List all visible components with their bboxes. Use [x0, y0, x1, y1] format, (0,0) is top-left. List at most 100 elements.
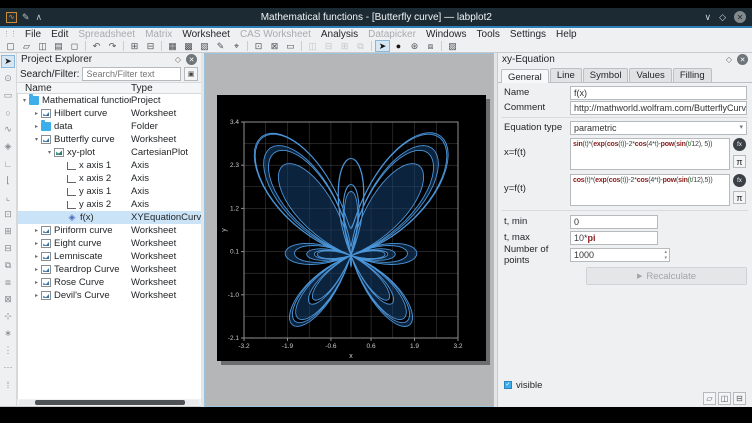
column-type[interactable]: Type	[131, 83, 201, 94]
expander-icon[interactable]: ▸	[32, 279, 41, 286]
visible-checkbox[interactable]: ✓	[504, 381, 512, 389]
expander-icon[interactable]: ▾	[20, 97, 29, 104]
scrollbar-thumb[interactable]	[35, 400, 185, 405]
add-curve-icon[interactable]: ∿	[1, 123, 15, 136]
butterfly-plot[interactable]: -3.2-1.9-0.60.61.93.23.42.31.20.1-1.0-2.…	[217, 95, 486, 361]
name-field[interactable]: f(x)	[570, 86, 747, 100]
select-tool-icon[interactable]: ➤	[375, 40, 390, 52]
tmax-field[interactable]: 10*pi	[570, 231, 658, 245]
undo-icon[interactable]: ↶	[89, 40, 104, 52]
new-worksheet-icon[interactable]: ▧	[197, 40, 212, 52]
pin-icon[interactable]: ✎	[22, 12, 30, 23]
add-legend-icon[interactable]: ⊡	[1, 208, 15, 221]
open-project-icon[interactable]: ▱	[19, 40, 34, 52]
shift-right-icon[interactable]: ⋯	[1, 361, 15, 374]
expander-icon[interactable]: ▸	[32, 123, 41, 130]
expander-icon[interactable]: ▸	[32, 253, 41, 260]
float-dock-icon[interactable]: ◇	[726, 55, 732, 64]
tree-item-eight-curve[interactable]: ▸ Eight curve Worksheet	[18, 237, 201, 250]
redo-icon[interactable]: ↷	[105, 40, 120, 52]
menu-analysis[interactable]: Analysis	[316, 29, 363, 40]
horizontal-scrollbar[interactable]	[19, 400, 199, 405]
add-axis-icon[interactable]: ∟	[1, 157, 15, 170]
print-preview-icon[interactable]: ◻	[67, 40, 82, 52]
add-shape-icon[interactable]: ○	[1, 106, 15, 119]
zoom-y-select-icon[interactable]: ⊠	[1, 293, 15, 306]
expander-icon[interactable]: ▾	[45, 149, 54, 156]
restore-view-icon[interactable]: ⧈	[423, 40, 438, 52]
tree-item-xy-plot[interactable]: ▾ xy-plot CartesianPlot	[18, 146, 201, 159]
tree-item-x-axis-1[interactable]: x axis 1 Axis	[18, 159, 201, 172]
tree-item-devils-curve[interactable]: ▸ Devil's Curve Worksheet	[18, 289, 201, 302]
constants-pi-icon[interactable]: π	[733, 191, 746, 204]
tab-symbol[interactable]: Symbol	[583, 68, 629, 82]
tab-filling[interactable]: Filling	[673, 68, 712, 82]
zoom-tool-icon[interactable]: ⊛	[407, 40, 422, 52]
crosshair-tool-icon[interactable]: ●	[391, 40, 406, 52]
zoom-select-icon[interactable]: ⧉	[1, 259, 15, 272]
tree-item-rose-curve[interactable]: ▸ Rose Curve Worksheet	[18, 276, 201, 289]
x-equation-field[interactable]: sin(t)*(exp(cos(t))-2*cos(4*t)-pow(sin(t…	[570, 138, 730, 170]
menu-help[interactable]: Help	[551, 29, 582, 40]
close-dock-icon[interactable]: ✕	[737, 54, 748, 65]
tab-line[interactable]: Line	[550, 68, 582, 82]
tree-item-project[interactable]: ▾ Mathematical functions Project	[18, 94, 201, 107]
tree-item-butterfly-curve[interactable]: ▾ Butterfly curve Worksheet	[18, 133, 201, 146]
npoints-spinner[interactable]: 1000 ▴▾	[570, 248, 670, 262]
tree-item-x-axis-2[interactable]: x axis 2 Axis	[18, 172, 201, 185]
shift-left-icon[interactable]: ⋮	[1, 344, 15, 357]
add-plot-icon[interactable]: ▭	[1, 89, 15, 102]
auto-scale-icon[interactable]: ⊹	[1, 310, 15, 323]
plot-select-cursor-icon[interactable]: ➤	[1, 55, 15, 68]
copy-settings-icon[interactable]: ⊟	[733, 392, 746, 405]
plot-settings-icon[interactable]: ⊙	[1, 72, 15, 85]
tree-item-y-axis-1[interactable]: y axis 1 Axis	[18, 185, 201, 198]
tab-general[interactable]: General	[501, 69, 549, 83]
constants-pi-icon[interactable]: π	[733, 155, 746, 168]
tree-column-headers[interactable]: Name Type	[17, 82, 201, 94]
zoom-out-icon[interactable]: ⊟	[1, 242, 15, 255]
maximize-icon[interactable]: ◇	[719, 12, 726, 23]
equation-type-select[interactable]: parametric	[570, 121, 747, 135]
visible-checkbox-row[interactable]: ✓ visible	[504, 379, 542, 391]
expander-icon[interactable]: ▸	[32, 292, 41, 299]
new-matrix-icon[interactable]: ▩	[181, 40, 196, 52]
menu-file[interactable]: File	[20, 29, 46, 40]
minimize-icon[interactable]: ∨	[704, 12, 711, 23]
new-datapicker-icon[interactable]: ⌖	[229, 40, 244, 52]
new-spreadsheet-icon[interactable]: ▦	[165, 40, 180, 52]
float-dock-icon[interactable]: ◇	[175, 55, 181, 64]
export-icon[interactable]: ⊠	[267, 40, 282, 52]
expander-icon[interactable]: ▾	[32, 136, 41, 143]
new-note-icon[interactable]: ✎	[213, 40, 228, 52]
load-template-icon[interactable]: ▱	[703, 392, 716, 405]
filter-options-icon[interactable]: ▣	[184, 67, 198, 81]
tree-item-data[interactable]: ▸ data Folder	[18, 120, 201, 133]
tab-values[interactable]: Values	[629, 68, 671, 82]
expander-icon[interactable]: ▸	[32, 110, 41, 117]
tree-item-y-axis-2[interactable]: y axis 2 Axis	[18, 198, 201, 211]
expander-icon[interactable]: ▸	[32, 240, 41, 247]
worksheet-view[interactable]: -3.2-1.9-0.60.61.93.23.42.31.20.1-1.0-2.…	[204, 53, 494, 407]
import-icon[interactable]: ⊡	[251, 40, 266, 52]
zoom-preset-icon[interactable]: ▨	[445, 40, 460, 52]
new-folder-icon[interactable]: ⊞	[127, 40, 142, 52]
add-x-axis-icon[interactable]: ⌊	[1, 174, 15, 187]
search-input[interactable]	[82, 67, 181, 81]
menu-worksheet[interactable]: Worksheet	[177, 29, 235, 40]
worksheet-page[interactable]: -3.2-1.9-0.60.61.93.23.42.31.20.1-1.0-2.…	[217, 95, 486, 361]
menu-tools[interactable]: Tools	[472, 29, 505, 40]
expander-icon[interactable]: ▸	[32, 227, 41, 234]
functions-icon[interactable]: fx	[733, 174, 746, 187]
tree-item-fx[interactable]: ◈ f(x) XYEquationCurve	[18, 211, 201, 224]
auto-scale-x-icon[interactable]: ∗	[1, 327, 15, 340]
close-icon[interactable]: ✕	[734, 11, 746, 23]
spinner-arrows-icon[interactable]: ▴▾	[664, 249, 667, 261]
y-equation-field[interactable]: cos(t)*(exp(cos(t))-2*cos(4*t)-pow(sin(t…	[570, 174, 730, 206]
zoom-in-icon[interactable]: ⊞	[1, 225, 15, 238]
tree-item-teardrop-curve[interactable]: ▸ Teardrop Curve Worksheet	[18, 263, 201, 276]
fit-page-icon[interactable]: ▭	[283, 40, 298, 52]
scale-auto-icon[interactable]: ⁞	[1, 378, 15, 391]
menu-settings[interactable]: Settings	[505, 29, 551, 40]
menu-windows[interactable]: Windows	[421, 29, 472, 40]
